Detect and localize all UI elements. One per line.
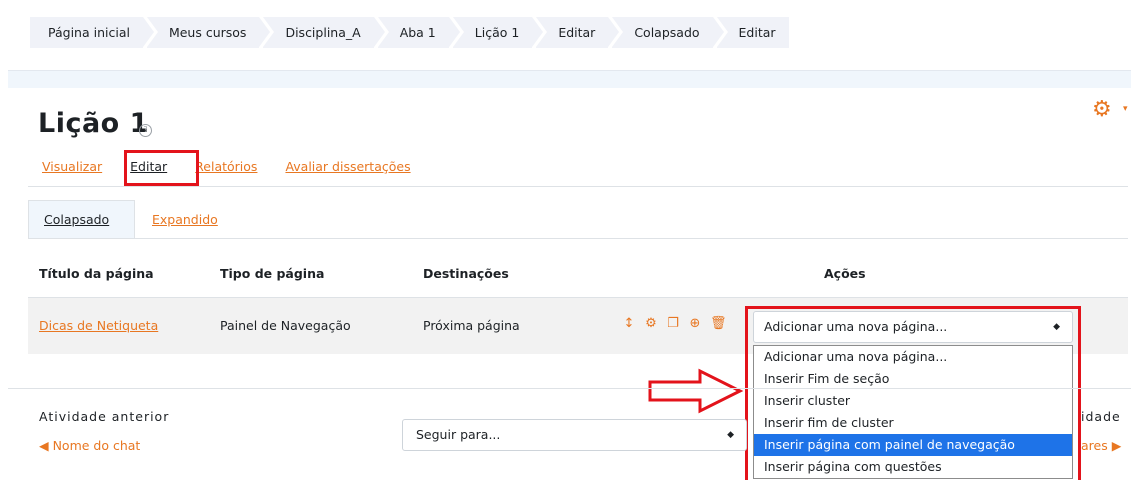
next-activity-label: idade: [1081, 409, 1121, 424]
previous-activity-link[interactable]: ◀ Nome do chat: [39, 438, 140, 453]
tab-visualizar[interactable]: Visualizar: [42, 159, 102, 174]
divider: [28, 238, 1128, 239]
column-header-destinations: Destinações: [423, 266, 509, 281]
previous-activity-label: Atividade anterior: [39, 409, 170, 424]
page-type-cell: Painel de Navegação: [220, 318, 351, 333]
chevron-down-icon[interactable]: ▾: [1123, 104, 1128, 114]
divider: [28, 186, 1128, 187]
gear-icon[interactable]: ⚙: [1092, 97, 1112, 122]
column-header-title: Título da página: [39, 266, 154, 281]
column-header-actions: Ações: [824, 266, 866, 281]
breadcrumb-item[interactable]: Disciplina_A: [263, 17, 389, 48]
tab-avaliar-dissertacoes[interactable]: Avaliar dissertações: [285, 159, 410, 174]
destination-cell: Próxima página: [423, 318, 520, 333]
breadcrumb-item[interactable]: Meus cursos: [146, 17, 274, 48]
breadcrumb-item[interactable]: Página inicial: [30, 17, 158, 48]
jump-to-select[interactable]: Seguir para... ◆: [402, 419, 747, 451]
page-title-link[interactable]: Dicas de Netiqueta: [39, 318, 158, 333]
highlight-box-editar: [124, 150, 199, 186]
primary-tabs: Visualizar Editar Relatórios Avaliar dis…: [42, 159, 439, 174]
breadcrumb-item[interactable]: Colapsado: [612, 17, 728, 48]
row-actions: ↕ ⚙ ❐ ⊕ 🗑: [622, 316, 727, 331]
tab-expandido[interactable]: Expandido: [152, 212, 218, 227]
tab-relatorios[interactable]: Relatórios: [195, 159, 257, 174]
trash-icon[interactable]: 🗑: [710, 316, 727, 331]
header-band: [8, 70, 1131, 88]
breadcrumb: Página inicial Meus cursos Disciplina_A …: [30, 17, 793, 48]
arrow-right-icon: [648, 368, 744, 414]
highlight-box-select: [745, 306, 1081, 480]
page-title: Lição 1: [38, 108, 149, 139]
help-icon[interactable]: ?: [139, 124, 152, 137]
move-icon[interactable]: ↕: [622, 316, 636, 331]
divider: [8, 388, 1131, 389]
copy-icon[interactable]: ❐: [666, 316, 680, 331]
preview-icon[interactable]: ⊕: [688, 316, 702, 331]
breadcrumb-item[interactable]: Lição 1: [452, 17, 547, 48]
tab-colapsado[interactable]: Colapsado: [44, 212, 109, 227]
jump-to-value: Seguir para...: [416, 427, 501, 442]
column-header-type: Tipo de página: [220, 266, 325, 281]
next-activity-link[interactable]: ares ▶: [1081, 438, 1121, 453]
gear-icon[interactable]: ⚙: [644, 316, 658, 331]
chevron-updown-icon: ◆: [727, 430, 734, 440]
